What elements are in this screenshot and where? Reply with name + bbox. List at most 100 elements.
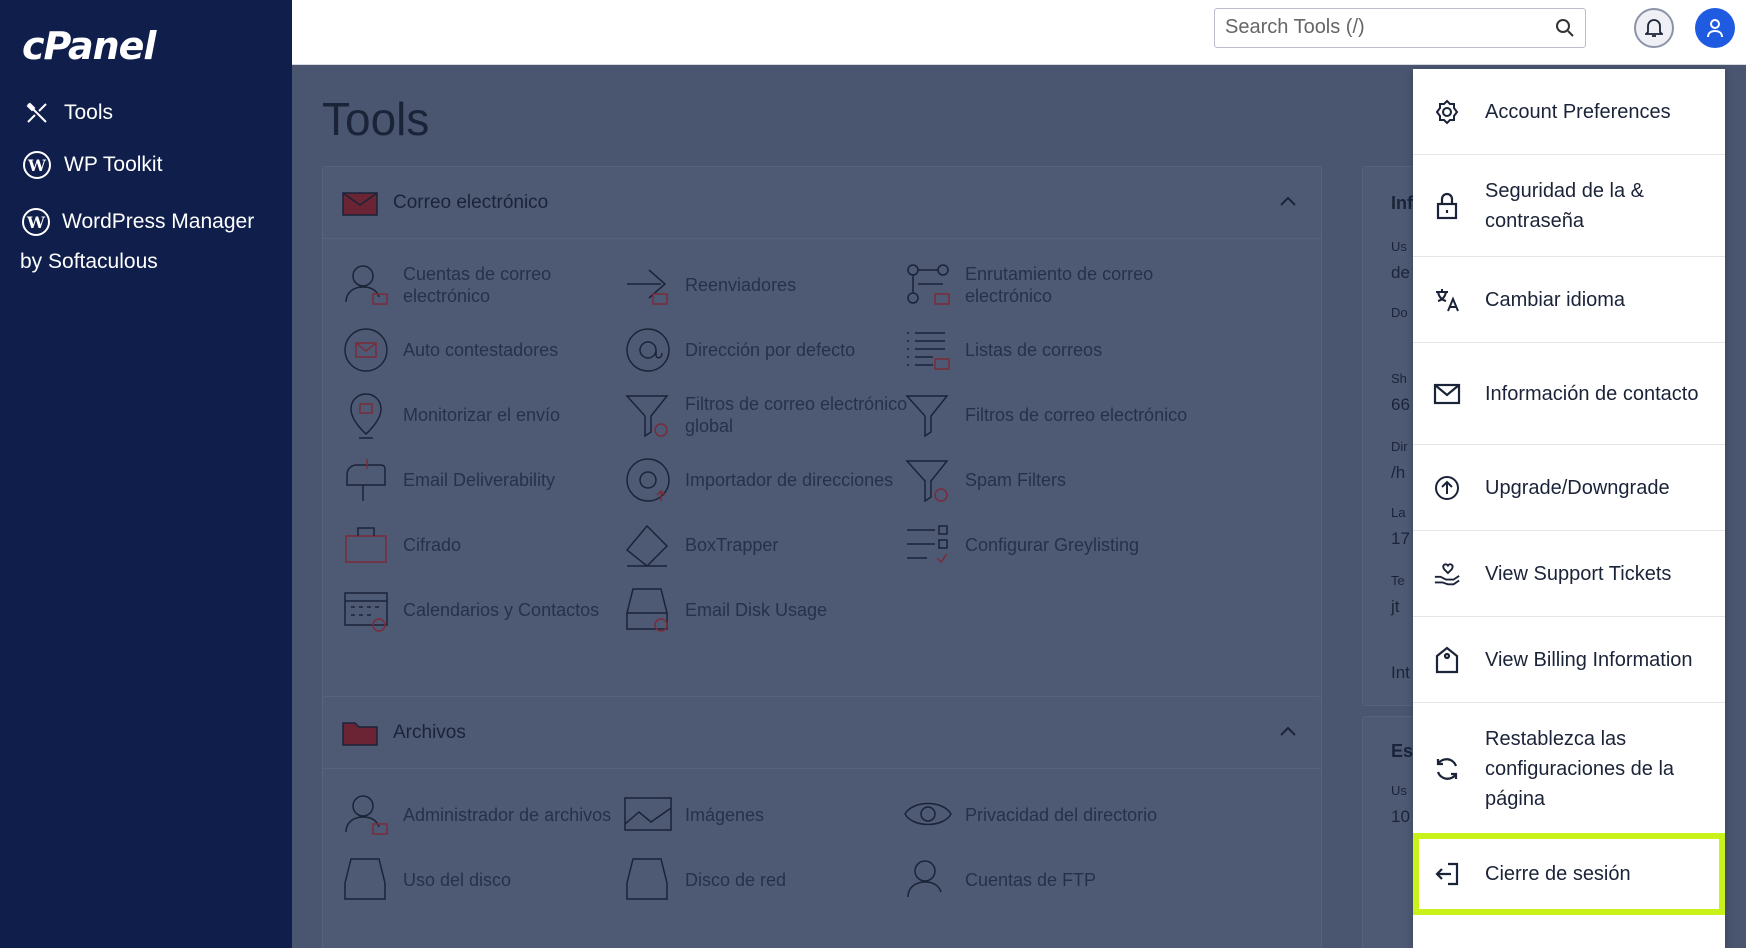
info-value: 17 xyxy=(1391,529,1410,548)
eye-icon xyxy=(904,802,952,826)
user-dropdown-menu: Account Preferences Seguridad de la & co… xyxy=(1413,69,1725,948)
sidebar-item-label: Tools xyxy=(64,101,114,124)
tool-label: Monitorizar el envío xyxy=(403,405,561,425)
chevron-up-icon[interactable] xyxy=(1279,725,1297,737)
menu-item-support-tickets[interactable]: View Support Tickets xyxy=(1413,531,1725,617)
info-link[interactable]: Int xyxy=(1391,663,1410,683)
user-menu-button[interactable] xyxy=(1695,8,1735,48)
at-import-icon xyxy=(626,458,670,502)
folder-icon xyxy=(342,721,378,746)
tool-label: Listas de correos xyxy=(965,340,1103,360)
menu-item-billing-info[interactable]: View Billing Information xyxy=(1413,617,1725,703)
tool-cifrado[interactable]: Cifrado xyxy=(341,515,641,575)
billing-tag-icon xyxy=(1433,646,1461,674)
info-label: Te xyxy=(1391,573,1405,588)
menu-item-reset-page-settings[interactable]: Restablezca las configuraciones de la pá… xyxy=(1413,703,1725,835)
tool-imagenes[interactable]: Imágenes xyxy=(623,785,923,845)
tool-label: Privacidad del directorio xyxy=(965,805,1158,825)
ftp-user-icon xyxy=(907,860,942,898)
info-label: Us xyxy=(1391,239,1407,254)
disk-icon xyxy=(344,858,386,900)
menu-item-contact-info[interactable]: Información de contacto xyxy=(1413,343,1725,445)
tool-email-deliverability[interactable]: Email Deliverability xyxy=(341,450,641,510)
sidebar-item-wp-toolkit[interactable]: W WP Toolkit xyxy=(22,150,162,180)
tool-enrutamiento[interactable]: Enrutamiento de correo electrónico xyxy=(903,255,1203,315)
at-sign-icon xyxy=(626,328,670,372)
files-section-header[interactable]: Archivos xyxy=(323,697,1321,769)
tool-label: Filtros de correo electrónico xyxy=(965,405,1188,425)
tool-label: Email Disk Usage xyxy=(685,600,828,620)
tool-filtros-correo[interactable]: Filtros de correo electrónico xyxy=(903,385,1203,445)
tool-listas-correos[interactable]: Listas de correos xyxy=(903,320,1203,380)
bell-icon xyxy=(1645,19,1663,37)
location-pin-icon xyxy=(350,393,382,439)
menu-item-upgrade-downgrade[interactable]: Upgrade/Downgrade xyxy=(1413,445,1725,531)
filter-globe-icon xyxy=(625,395,669,438)
calendar-icon xyxy=(344,592,388,632)
tools-icon xyxy=(22,98,52,128)
search-box xyxy=(1214,8,1586,48)
chevron-up-icon[interactable] xyxy=(1279,195,1297,207)
tool-spam-filters[interactable]: Spam Filters xyxy=(903,450,1203,510)
list-icon xyxy=(907,332,950,370)
cpanel-logo[interactable]: cPanel xyxy=(22,24,156,68)
tool-privacidad-directorio[interactable]: Privacidad del directorio xyxy=(903,785,1203,845)
tool-email-disk-usage[interactable]: Email Disk Usage xyxy=(623,580,923,640)
search-input[interactable] xyxy=(1225,9,1545,45)
tool-cuentas-correo[interactable]: Cuentas de correo electrónico xyxy=(341,255,641,315)
user-folder-icon xyxy=(345,795,388,835)
menu-item-label: Restablezca las configuraciones de la pá… xyxy=(1485,727,1675,810)
menu-item-account-preferences[interactable]: Account Preferences xyxy=(1413,69,1725,155)
info-label: La xyxy=(1391,505,1406,520)
boxtrapper-icon xyxy=(625,524,669,568)
email-section-header[interactable]: Correo electrónico xyxy=(323,167,1321,239)
files-section: Archivos Administrador de archivos Imáge… xyxy=(322,696,1322,948)
tool-label: Uso del disco xyxy=(403,870,512,890)
filter-icon xyxy=(905,395,949,438)
search-icon[interactable] xyxy=(1555,18,1575,43)
tool-cuentas-ftp[interactable]: Cuentas de FTP xyxy=(903,850,1203,910)
tool-greylisting[interactable]: Configurar Greylisting xyxy=(903,515,1203,575)
tool-monitorizar-envio[interactable]: Monitorizar el envío xyxy=(341,385,641,445)
tool-filtros-global[interactable]: Filtros de correo electrónico global xyxy=(623,385,923,445)
tool-calendarios[interactable]: Calendarios y Contactos xyxy=(341,580,641,640)
menu-item-label: View Billing Information xyxy=(1485,648,1693,671)
tool-label: Administrador de archivos xyxy=(403,805,612,825)
tool-label: Spam Filters xyxy=(965,470,1067,490)
autoresponder-icon xyxy=(344,328,388,372)
tool-label: BoxTrapper xyxy=(685,535,779,555)
tool-uso-disco[interactable]: Uso del disco xyxy=(341,850,641,910)
tool-direccion-defecto[interactable]: Dirección por defecto xyxy=(623,320,923,380)
menu-item-logout[interactable]: Cierre de sesión xyxy=(1413,833,1725,915)
disk-usage-icon xyxy=(626,588,668,632)
sidebar-item-tools[interactable]: Tools xyxy=(22,98,113,128)
tool-label: Importador de direcciones xyxy=(685,470,894,490)
tool-reenviadores[interactable]: Reenviadores xyxy=(623,255,923,315)
tool-label: Cifrado xyxy=(403,535,462,555)
menu-item-change-language[interactable]: Cambiar idioma xyxy=(1413,257,1725,343)
info-value: jt xyxy=(1391,597,1400,616)
tool-label: Calendarios y Contactos xyxy=(403,600,600,620)
section-title: Archivos xyxy=(393,721,466,743)
tool-importador[interactable]: Importador de direcciones xyxy=(623,450,923,510)
top-bar xyxy=(292,0,1746,65)
envelope-icon xyxy=(1433,380,1461,408)
sidebar-item-label: WordPress Manager by Softaculous xyxy=(20,210,255,273)
tool-auto-contestadores[interactable]: Auto contestadores xyxy=(341,320,641,380)
info-value: /h xyxy=(1391,463,1406,482)
tool-boxtrapper[interactable]: BoxTrapper xyxy=(623,515,923,575)
lock-icon xyxy=(1433,192,1461,220)
tool-administrador-archivos[interactable]: Administrador de archivos xyxy=(341,785,641,845)
tool-disco-red[interactable]: Disco de red xyxy=(623,850,923,910)
forward-icon xyxy=(627,269,668,305)
menu-item-security-password[interactable]: Seguridad de la & contraseña xyxy=(1413,155,1725,257)
tool-label: Cuentas de correo electrónico xyxy=(403,264,552,306)
menu-item-label: Seguridad de la & contraseña xyxy=(1485,179,1645,232)
notifications-button[interactable] xyxy=(1634,8,1674,48)
info-label: Do xyxy=(1391,305,1408,320)
sidebar-item-wordpress-manager[interactable]: W WordPress Manager by Softaculous xyxy=(20,202,272,282)
wordpress-icon: W xyxy=(22,150,52,180)
tool-label: Enrutamiento de correo electrónico xyxy=(965,264,1154,306)
routing-icon xyxy=(907,264,950,305)
refresh-icon xyxy=(1433,755,1461,783)
